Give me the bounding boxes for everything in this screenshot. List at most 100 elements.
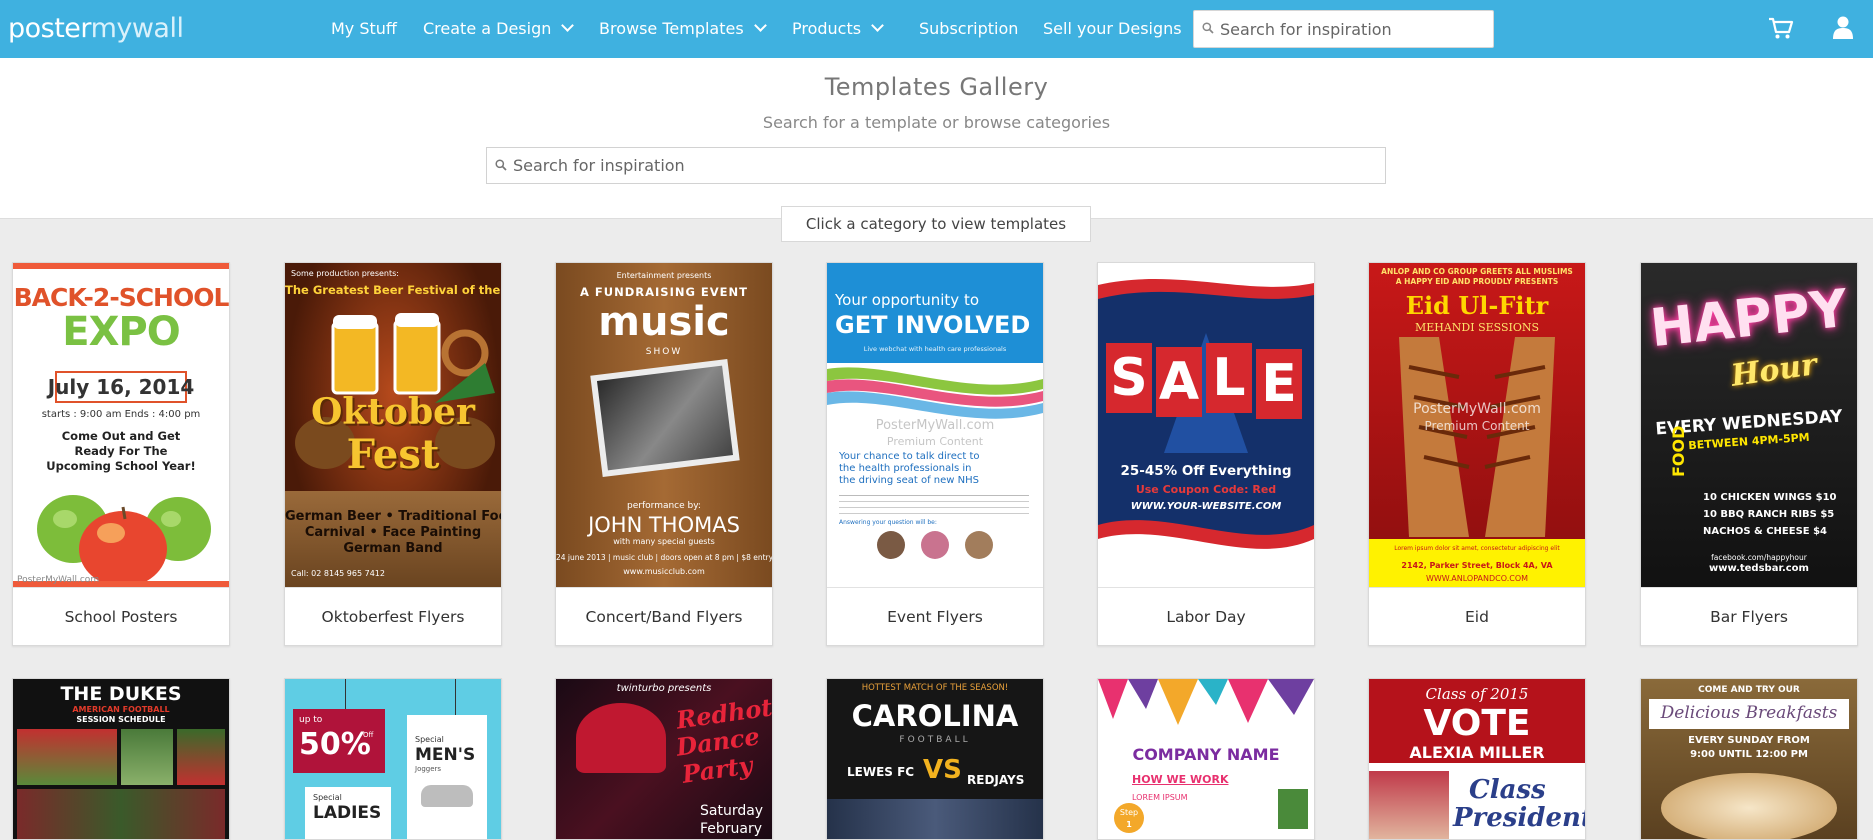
thumb-text: COME AND TRY OUR [1698,685,1800,695]
thumb-text: Carnival • Face Painting [304,525,482,540]
category-card-concert-band-flyers[interactable]: Entertainment presents A FUNDRAISING EVE… [555,262,773,646]
nav-create-a-design[interactable]: Create a Design [423,0,575,58]
thumb-watermark: PosterMyWall.com [875,418,995,433]
thumb-text: Live webchat with health care profession… [863,345,1007,353]
thumb-text: EVERY SUNDAY FROM [1688,735,1810,746]
thumb-text: JOHN THOMAS [588,513,740,537]
search-icon [495,159,507,171]
thumb-text: MEHANDI SESSIONS [1414,321,1540,334]
category-card-bar-flyers[interactable]: HAPPY Hour EVERY WEDNESDAY BETWEEN 4PM-5… [1640,262,1858,646]
thumb-text: ANLOP AND CO GROUP GREETS ALL MUSLIMS [1381,267,1573,276]
thumb-text: The Greatest Beer Festival of the World [285,283,501,297]
football-schedule-thumbnail: THE DUKES AMERICAN FOOTBALL SESSION SCHE… [13,679,229,839]
thumb-text: AMERICAN FOOTBALL [72,705,170,714]
labor-day-thumbnail: S A L E 25-45% Off Everything Use Coupon… [1098,263,1314,587]
thumb-text: WWW.YOUR-WEBSITE.COM [1130,501,1282,512]
thumb-text: starts : 9:00 am Ends : 4:00 pm [41,409,201,420]
thumb-watermark: Premium Content [886,435,984,448]
thumb-text: Entertainment presents [616,271,712,280]
vote-thumbnail: Class of 2015 VOTE ALEXIA MILLER Class P… [1369,679,1585,839]
thumb-text: Oktober [311,391,475,433]
thumb-text: E [1256,349,1302,419]
thumb-text: Your opportunity to [835,291,980,309]
concert-band-thumbnail: Entertainment presents A FUNDRAISING EVE… [556,263,772,587]
thumb-text: twinturbo presents [616,683,712,694]
category-card-school-posters[interactable]: BACK-2-SCHOOL EXPO July 16, 2014 starts … [12,262,230,646]
category-hint: Click a category to view templates [781,206,1091,242]
logo-part-mywall: mywall [90,13,184,44]
thumb-text: EXPO [62,309,180,355]
postermywall-logo[interactable]: postermywall [8,12,184,46]
thumb-text: Step [1119,808,1139,817]
thumb-text: A HAPPY EID AND PROUDLY PRESENTS [1395,277,1559,286]
event-flyers-thumbnail: Your opportunity to GET INVOLVED Live we… [827,263,1043,587]
thumb-text: VOTE [1423,703,1531,744]
template-card-breakfast[interactable]: COME AND TRY OUR Delicious Breakfasts EV… [1640,678,1858,840]
thumb-text: Class [1469,775,1546,805]
category-label: Eid [1369,587,1585,645]
template-card-dance-party[interactable]: twinturbo presents Redhot Dance Party Sa… [555,678,773,840]
chevron-down-icon [561,19,575,32]
thumb-text: LEWES FC [847,765,915,779]
thumb-text: German Band [343,541,443,556]
template-search-input[interactable] [513,148,1379,183]
nav-products[interactable]: Products [792,0,884,58]
thumb-text: www.musicclub.com [623,567,705,576]
template-card-football-schedule[interactable]: THE DUKES AMERICAN FOOTBALL SESSION SCHE… [12,678,230,840]
apples-image [13,495,229,587]
eid-thumbnail: ANLOP AND CO GROUP GREETS ALL MUSLIMS A … [1369,263,1585,587]
thumb-text: REDJAYS [967,773,1025,787]
thumb-text: Eid Ul-Fitr [1405,291,1549,320]
category-label: School Posters [13,587,229,645]
user-icon[interactable] [1832,15,1854,39]
logo-part-poster: poster [8,13,91,44]
thumb-text: CAROLINA [851,699,1019,733]
category-card-oktoberfest-flyers[interactable]: Some production presents: The Greatest B… [284,262,502,646]
thumb-text: L [1206,343,1252,413]
football-match-thumbnail: HOTTEST MATCH OF THE SEASON! CAROLINA FO… [827,679,1043,839]
thumb-text: Answering your question will be: [839,519,937,526]
nav-my-stuff[interactable]: My Stuff [331,0,397,58]
thumb-text: S [1106,343,1152,413]
nav-subscription[interactable]: Subscription [919,0,1018,58]
thumb-text: A [1156,347,1202,417]
thumb-text: 25-45% Off Everything [1120,463,1292,479]
flag-waves-graphic [1098,263,1314,587]
thumb-text: COMPANY NAME [1132,745,1280,764]
thumb-text: LOREM IPSUM [1132,793,1188,802]
thumb-text: February [700,821,763,837]
nav-products-label: Products [792,19,862,38]
thumb-text: Use Coupon Code: Red [1135,483,1277,496]
thumb-text: FOOD [1669,425,1688,477]
nav-sell-your-designs[interactable]: Sell your Designs [1043,0,1182,58]
thumb-text: Delicious Breakfasts [1660,703,1838,723]
thumb-text: the driving seat of new NHS [839,475,979,486]
thumb-text: up to [299,715,323,725]
school-posters-thumbnail: BACK-2-SCHOOL EXPO July 16, 2014 starts … [13,263,229,587]
template-card-company[interactable]: COMPANY NAME HOW WE WORK LOREM IPSUM Ste… [1097,678,1315,840]
henna-hands-image [1399,337,1555,537]
search-icon [1202,22,1214,34]
thumb-text: FOOTBALL [899,735,971,745]
nav-browse-templates[interactable]: Browse Templates [599,0,767,58]
thumb-text: Class of 2015 [1425,685,1529,703]
category-card-eid[interactable]: ANLOP AND CO GROUP GREETS ALL MUSLIMS A … [1368,262,1586,646]
nav-search-input[interactable] [1220,11,1487,47]
thumb-watermark: Premium Content [1424,419,1530,433]
thumb-watermark: PosterMyWall.com [17,575,100,585]
thumb-text: NACHOS & CHEESE $4 [1703,526,1828,537]
template-card-football-match[interactable]: HOTTEST MATCH OF THE SEASON! CAROLINA FO… [826,678,1044,840]
thumb-text: facebook.com/happyhour [1711,553,1807,562]
nav-subscription-label: Subscription [919,19,1019,38]
thumb-text: the health professionals in [839,463,972,474]
template-card-shop-sale[interactable]: up to 50% Off Special MEN'S Joggers Spec… [284,678,502,840]
category-card-labor-day[interactable]: S A L E 25-45% Off Everything Use Coupon… [1097,262,1315,646]
thumb-text: Call: 02 8145 965 7412 [291,569,385,578]
cart-icon[interactable] [1768,16,1794,40]
template-card-vote[interactable]: Class of 2015 VOTE ALEXIA MILLER Class P… [1368,678,1586,840]
category-card-event-flyers[interactable]: Your opportunity to GET INVOLVED Live we… [826,262,1044,646]
thumb-text: www.tedsbar.com [1709,563,1809,574]
category-label: Concert/Band Flyers [556,587,772,645]
gallery-header: Templates Gallery Search for a template … [0,58,1873,219]
thumb-text: Special [313,793,342,802]
